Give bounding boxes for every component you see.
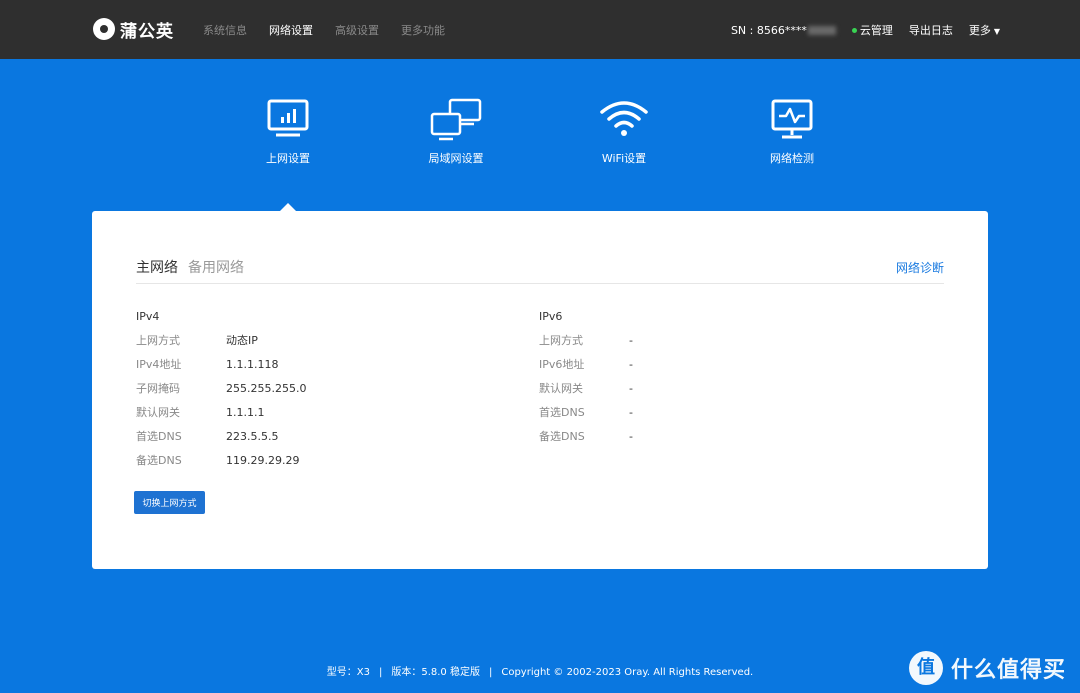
logo-text: 蒲公英 [120, 21, 174, 42]
feature-label: 局域网设置 [428, 152, 484, 165]
info-value: 119.29.29.29 [226, 454, 300, 467]
nav-item-system-info[interactable]: 系统信息 [203, 22, 247, 38]
info-row: 上网方式 动态IP [136, 334, 306, 347]
info-label: 备选DNS [136, 454, 182, 467]
info-row: IPv4地址 1.1.1.118 [136, 358, 306, 371]
feature-internet-settings[interactable]: 上网设置 [228, 98, 348, 166]
feature-label: 网络检测 [770, 152, 814, 165]
caret-down-icon: ▼ [993, 27, 1000, 36]
info-label: 默认网关 [136, 406, 180, 419]
two-monitors-icon [430, 98, 482, 141]
footer-version: 版本：5.8.0 稳定版 [391, 667, 480, 678]
nav-item-advanced-settings[interactable]: 高级设置 [335, 22, 379, 38]
network-tabs: 主网络 备用网络 [136, 257, 244, 277]
tab-divider [136, 283, 944, 284]
info-label: IPv6地址 [539, 358, 585, 371]
info-value: - [629, 334, 633, 347]
top-bar: 蒲公英 系统信息 网络设置 高级设置 更多功能 SN : 8566**** 云管… [0, 0, 1080, 59]
active-feature-pointer [280, 203, 296, 211]
info-row: 首选DNS - [539, 406, 633, 419]
info-value: 1.1.1.1 [226, 406, 265, 419]
logo[interactable]: 蒲公英 [93, 17, 174, 42]
cloud-manage-label: 云管理 [859, 24, 893, 37]
watermark-text: 什么值得买 [950, 658, 1066, 683]
tab-primary-network[interactable]: 主网络 [136, 257, 178, 277]
monitor-pulse-icon [771, 99, 813, 139]
feature-label: WiFi设置 [601, 152, 647, 165]
info-value: - [629, 430, 633, 443]
pgy-logo-icon [93, 18, 115, 40]
more-label: 更多 [968, 24, 991, 37]
online-status-dot [851, 27, 857, 33]
footer-copyright: Copyright © 2002-2023 Oray. All Rights R… [501, 667, 754, 678]
info-label: 首选DNS [539, 406, 585, 419]
info-label: 上网方式 [539, 334, 583, 347]
network-settings-card: 主网络 备用网络 网络诊断 IPv4 上网方式 动态IP IPv4地址 1.1.1.… [92, 211, 988, 569]
info-value: 动态IP [226, 334, 258, 347]
info-row: IPv6地址 - [539, 358, 633, 371]
info-label: 默认网关 [539, 382, 583, 395]
feature-wifi-settings[interactable]: WiFi设置 [564, 98, 684, 166]
export-log-link[interactable]: 导出日志 [909, 22, 953, 38]
more-menu[interactable]: 更多 ▼ [969, 22, 1000, 38]
info-row: 默认网关 - [539, 382, 633, 395]
info-value: 1.1.1.118 [226, 358, 279, 371]
tab-backup-network[interactable]: 备用网络 [188, 257, 244, 277]
info-row: 上网方式 - [539, 334, 633, 347]
info-row: 子网掩码 255.255.255.0 [136, 382, 306, 395]
footer-separator: | [378, 667, 383, 678]
info-row: 备选DNS - [539, 430, 633, 443]
feature-lan-settings[interactable]: 局域网设置 [396, 98, 516, 166]
nav-item-more-features[interactable]: 更多功能 [401, 22, 445, 38]
footer-model: 型号：X3 [326, 667, 370, 678]
info-label: IPv4地址 [136, 358, 182, 371]
feature-nav: 上网设置 局域网设置 WiFi设置 网络检测 [0, 98, 1080, 188]
wifi-icon [600, 101, 648, 136]
info-row: 备选DNS 119.29.29.29 [136, 454, 306, 467]
main-nav: 系统信息 网络设置 高级设置 更多功能 [203, 22, 445, 38]
info-row: 默认网关 1.1.1.1 [136, 406, 306, 419]
ipv6-title: IPv6 [539, 310, 563, 323]
nav-item-network-settings[interactable]: 网络设置 [269, 22, 313, 38]
smzdm-logo-icon: 值 [908, 651, 943, 685]
info-value: - [629, 406, 633, 419]
info-label: 子网掩码 [136, 382, 180, 395]
info-value: 223.5.5.5 [226, 430, 279, 443]
smzdm-watermark: 值 什么值得买 [908, 651, 1066, 685]
switch-connection-mode-button[interactable]: 切换上网方式 [134, 491, 205, 514]
info-label: 备选DNS [539, 430, 585, 443]
info-label: 首选DNS [136, 430, 182, 443]
info-value: 255.255.255.0 [226, 382, 307, 395]
ipv4-section: IPv4 上网方式 动态IP IPv4地址 1.1.1.118 子网掩码 255.25… [136, 310, 306, 467]
info-value: - [629, 358, 633, 371]
info-label: 上网方式 [136, 334, 180, 347]
feature-network-check[interactable]: 网络检测 [732, 98, 852, 166]
info-row: 首选DNS 223.5.5.5 [136, 430, 306, 443]
ipv4-title: IPv4 [136, 310, 160, 323]
header-right: SN : 8566**** 云管理 导出日志 更多 ▼ [731, 22, 1000, 38]
sn-redacted-mask [807, 26, 836, 35]
monitor-chart-icon [267, 99, 309, 137]
info-value: - [629, 382, 633, 395]
cloud-manage-link[interactable]: 云管理 [851, 22, 893, 38]
serial-number: SN : 8566**** [731, 24, 836, 37]
ipv6-section: IPv6 上网方式 - IPv6地址 - 默认网关 - 首选DNS - 备选DNS - [539, 310, 633, 443]
feature-label: 上网设置 [266, 152, 310, 165]
footer-separator: | [488, 667, 493, 678]
network-diagnose-link[interactable]: 网络诊断 [896, 259, 944, 276]
